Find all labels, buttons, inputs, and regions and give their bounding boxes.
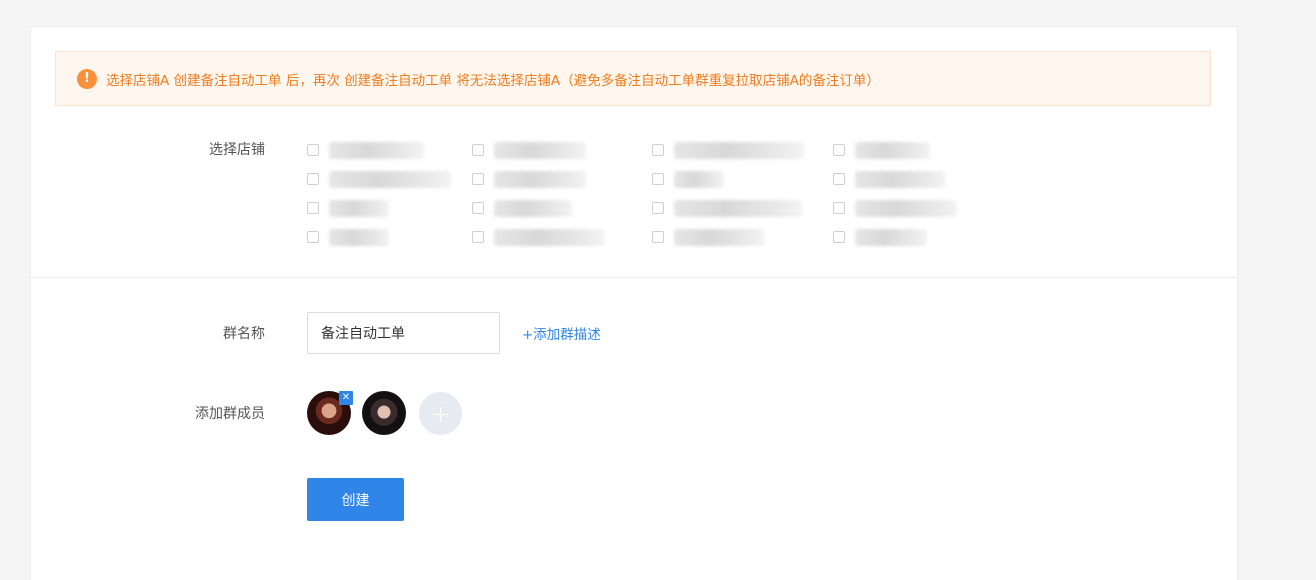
store-checkbox[interactable] bbox=[472, 231, 484, 243]
members-label: 添加群成员 bbox=[195, 406, 265, 422]
store-option[interactable] bbox=[472, 139, 586, 161]
store-name-redacted bbox=[494, 228, 604, 246]
store-checkbox-grid bbox=[307, 139, 1027, 259]
group-name-label: 群名称 bbox=[223, 326, 265, 342]
add-description-link[interactable]: +添加群描述 bbox=[522, 323, 601, 343]
plus-icon: + bbox=[430, 399, 451, 428]
store-option[interactable] bbox=[307, 168, 451, 190]
store-option[interactable] bbox=[472, 168, 586, 190]
avatar[interactable] bbox=[362, 391, 406, 435]
store-option[interactable] bbox=[307, 139, 424, 161]
store-name-redacted bbox=[674, 170, 724, 188]
store-name-redacted bbox=[329, 170, 451, 188]
store-checkbox[interactable] bbox=[472, 144, 484, 156]
store-checkbox[interactable] bbox=[652, 144, 664, 156]
store-name-redacted bbox=[494, 199, 572, 217]
store-checkbox[interactable] bbox=[833, 144, 845, 156]
store-checkbox[interactable] bbox=[307, 231, 319, 243]
store-name-redacted bbox=[855, 228, 927, 246]
warning-alert: ! 选择店铺A 创建备注自动工单 后，再次 创建备注自动工单 将无法选择店铺A（… bbox=[55, 51, 1211, 106]
store-option[interactable] bbox=[833, 139, 930, 161]
store-checkbox[interactable] bbox=[307, 173, 319, 185]
store-name-redacted bbox=[329, 199, 389, 217]
store-option[interactable] bbox=[472, 197, 572, 219]
store-option[interactable] bbox=[472, 226, 604, 248]
store-option[interactable] bbox=[307, 197, 389, 219]
store-name-redacted bbox=[855, 141, 930, 159]
store-checkbox[interactable] bbox=[833, 231, 845, 243]
form-card: ! 选择店铺A 创建备注自动工单 后，再次 创建备注自动工单 将无法选择店铺A（… bbox=[30, 26, 1238, 580]
store-name-redacted bbox=[674, 141, 804, 159]
store-checkbox[interactable] bbox=[307, 202, 319, 214]
store-name-redacted bbox=[329, 141, 424, 159]
add-member-button[interactable]: + bbox=[419, 392, 462, 435]
store-name-redacted bbox=[494, 170, 586, 188]
store-name-redacted bbox=[494, 141, 586, 159]
store-checkbox[interactable] bbox=[472, 202, 484, 214]
store-option[interactable] bbox=[833, 197, 957, 219]
group-name-input[interactable] bbox=[307, 312, 500, 354]
store-checkbox[interactable] bbox=[472, 173, 484, 185]
alert-text: 选择店铺A 创建备注自动工单 后，再次 创建备注自动工单 将无法选择店铺A（避免… bbox=[106, 72, 880, 89]
store-checkbox[interactable] bbox=[652, 173, 664, 185]
store-option[interactable] bbox=[833, 226, 927, 248]
store-checkbox[interactable] bbox=[652, 202, 664, 214]
section-divider bbox=[31, 277, 1237, 278]
store-option[interactable] bbox=[307, 226, 389, 248]
store-checkbox[interactable] bbox=[652, 231, 664, 243]
store-name-redacted bbox=[329, 228, 389, 246]
store-checkbox[interactable] bbox=[833, 173, 845, 185]
store-checkbox[interactable] bbox=[307, 144, 319, 156]
store-name-redacted bbox=[855, 170, 945, 188]
create-button[interactable]: 创建 bbox=[307, 478, 404, 521]
store-option[interactable] bbox=[652, 197, 802, 219]
store-option[interactable] bbox=[652, 226, 764, 248]
store-option[interactable] bbox=[652, 139, 804, 161]
store-label: 选择店铺 bbox=[209, 142, 265, 158]
store-option[interactable] bbox=[833, 168, 945, 190]
store-name-redacted bbox=[855, 199, 957, 217]
remove-member-icon[interactable]: ✕ bbox=[339, 391, 353, 405]
store-name-redacted bbox=[674, 228, 764, 246]
exclamation-icon: ! bbox=[77, 68, 97, 89]
store-name-redacted bbox=[674, 199, 802, 217]
store-option[interactable] bbox=[652, 168, 724, 190]
store-checkbox[interactable] bbox=[833, 202, 845, 214]
